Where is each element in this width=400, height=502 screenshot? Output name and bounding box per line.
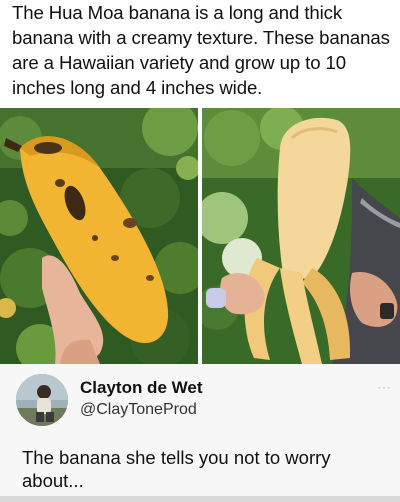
more-options-icon[interactable]: ···: [377, 380, 392, 394]
quoted-tweet[interactable]: Clayton de Wet @ClayToneProd ··· The ban…: [0, 364, 400, 502]
avatar[interactable]: [16, 374, 68, 426]
post-caption: The Hua Moa banana is a long and thick b…: [12, 2, 390, 98]
bottom-edge: [0, 496, 400, 502]
tweet-text: The banana she tells you not to worry ab…: [22, 447, 331, 491]
author-handle[interactable]: @ClayToneProd: [80, 401, 197, 419]
author-name[interactable]: Clayton de Wet: [80, 378, 202, 398]
photo-divider: [198, 108, 202, 364]
photo-unpeeled-banana[interactable]: [0, 108, 198, 364]
photo-peeled-banana[interactable]: [202, 108, 400, 364]
